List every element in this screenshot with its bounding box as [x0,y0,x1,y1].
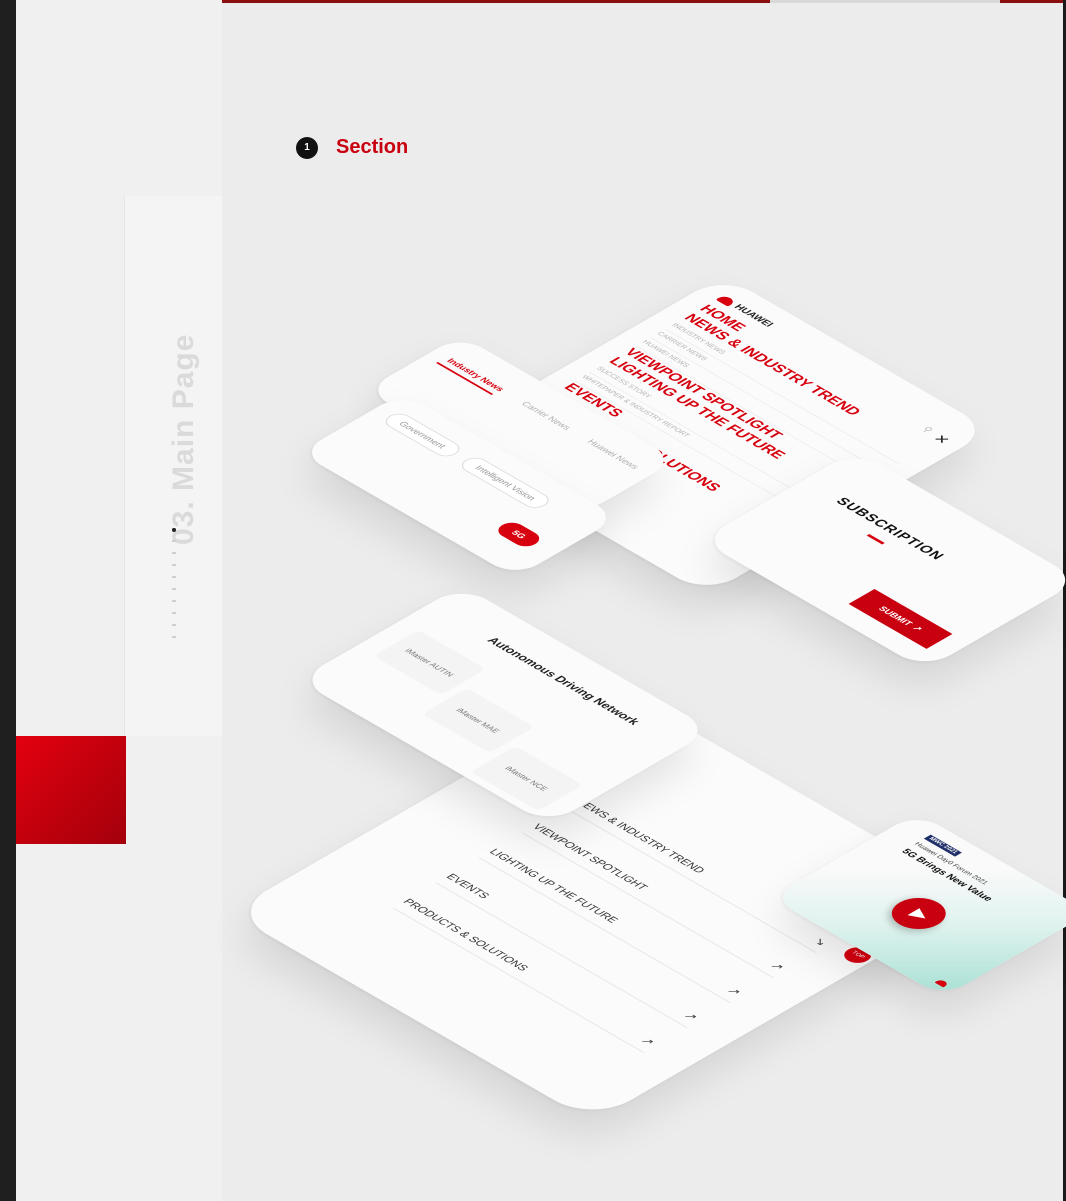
play-icon: ▶ [906,905,936,923]
scroll-indicator[interactable] [172,528,176,638]
adn-item-mae[interactable]: iMaster MAE [421,687,535,753]
arrow-up-right-icon: ↗ [637,1035,659,1048]
adn-item-autin[interactable]: iMaster AUTIN [373,630,486,695]
submit-label: SUBMIT [876,604,915,628]
subscription-underline [866,534,885,545]
tab-carrier-news[interactable]: Carrier News [519,400,573,431]
submit-button[interactable]: SUBMIT ↗ [848,588,953,649]
section-heading: 1 Section [296,136,408,159]
section-number: 1 [296,136,318,159]
arrow-up-right-icon: ↗ [910,623,926,633]
subscription-title: SUBSCRIPTION [832,495,949,562]
tab-huawei-news[interactable]: Huawei News [585,438,641,471]
chip-5g[interactable]: 5G [492,519,545,550]
tab-industry-news[interactable]: Industry News [445,357,507,393]
scroll-indicator-active [172,528,176,532]
list-item-label: EVENTS [443,872,492,901]
arrow-up-right-icon: ↗ [680,1010,702,1023]
arrow-up-right-icon: ↗ [766,960,788,973]
page-title: 03. Main Page [167,333,200,545]
arrow-up-right-icon: ↗ [723,985,745,998]
accent-block [16,736,126,844]
huawei-logo-icon [716,294,737,307]
chevron-down-icon: ↘ [810,935,831,948]
left-strip [0,0,16,1201]
top-tab [770,0,1000,3]
section-label: Section [336,136,409,158]
